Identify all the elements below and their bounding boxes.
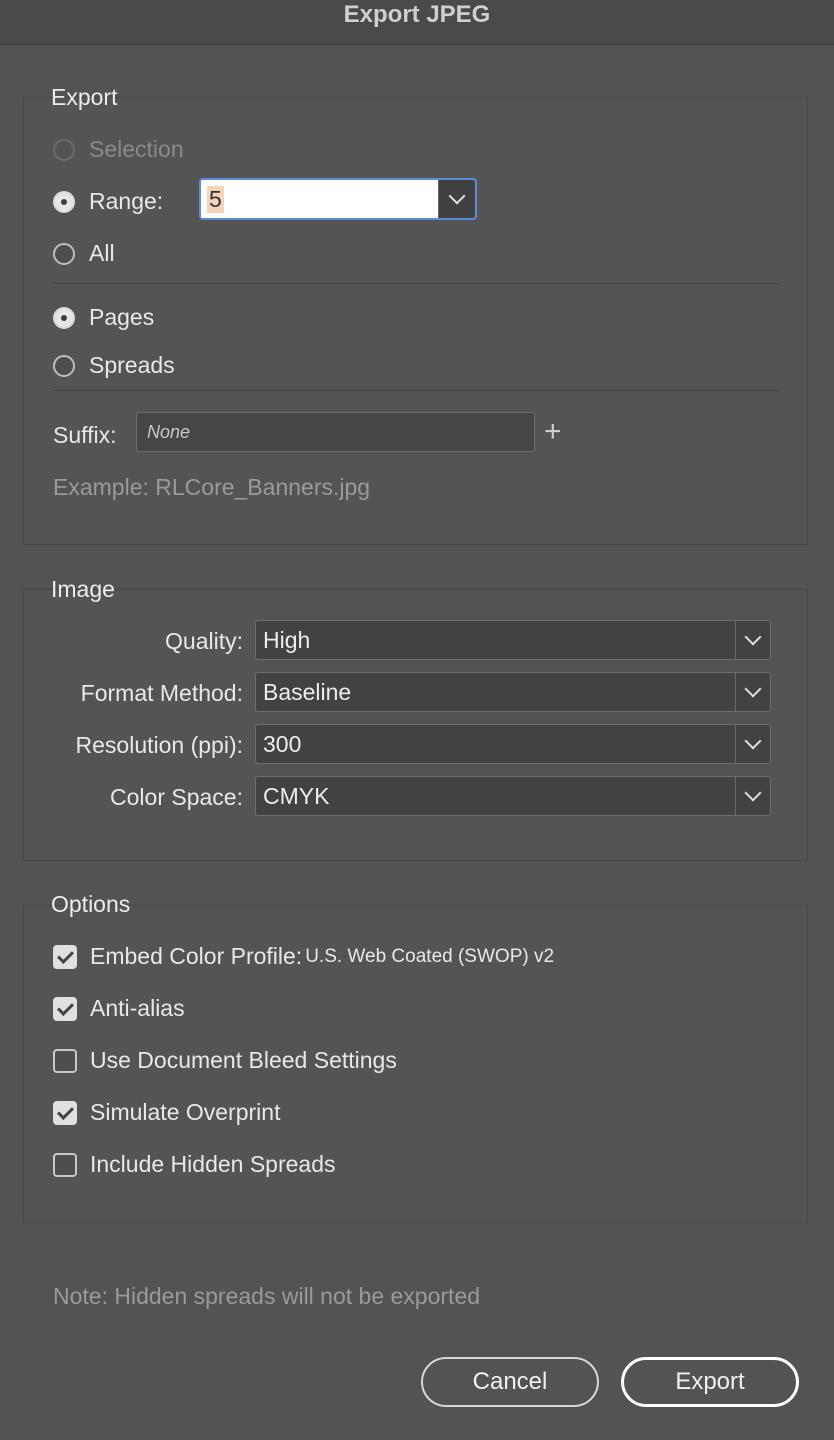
export-legend: Export xyxy=(51,84,118,110)
format-method-dropdown-button[interactable] xyxy=(735,673,770,711)
pages-radio-row[interactable]: Pages xyxy=(53,304,154,331)
quality-label: Quality: xyxy=(165,628,243,654)
hidden-spreads-row[interactable]: Include Hidden Spreads xyxy=(53,1151,336,1178)
embed-color-profile-row[interactable]: Embed Color Profile: U.S. Web Coated (SW… xyxy=(53,943,554,970)
dialog-title: Export JPEG xyxy=(343,1,491,28)
export-divider-2 xyxy=(53,390,780,391)
document-bleed-row[interactable]: Use Document Bleed Settings xyxy=(53,1047,397,1074)
resolution-dropdown-button[interactable] xyxy=(735,725,770,763)
all-radio-row[interactable]: All xyxy=(53,240,115,267)
hidden-spreads-checkbox[interactable] xyxy=(53,1152,77,1177)
color-space-value: CMYK xyxy=(263,782,330,809)
chevron-down-icon xyxy=(744,628,762,646)
add-suffix-plus-icon[interactable]: + xyxy=(544,417,562,447)
resolution-select[interactable]: 300 xyxy=(255,724,771,764)
title-bar: Export JPEG xyxy=(0,0,834,45)
quality-select[interactable]: High xyxy=(255,620,771,660)
format-method-label: Format Method: xyxy=(80,680,243,706)
range-combobox[interactable]: 5 xyxy=(199,178,477,220)
export-divider-1 xyxy=(53,283,780,284)
chevron-down-icon xyxy=(744,732,762,750)
all-radio[interactable] xyxy=(53,242,75,265)
options-legend: Options xyxy=(51,891,131,917)
range-radio-row[interactable]: Range: xyxy=(53,188,163,215)
anti-alias-checkbox[interactable] xyxy=(53,996,77,1021)
spreads-label: Spreads xyxy=(89,352,175,378)
resolution-value: 300 xyxy=(263,730,302,757)
range-value: 5 xyxy=(207,185,224,213)
format-method-select[interactable]: Baseline xyxy=(255,672,771,712)
quality-dropdown-button[interactable] xyxy=(735,621,770,659)
embed-color-profile-label: Embed Color Profile: xyxy=(90,943,303,969)
hidden-spreads-label: Include Hidden Spreads xyxy=(90,1151,336,1177)
chevron-down-icon xyxy=(744,680,762,698)
image-legend: Image xyxy=(51,576,115,602)
color-profile-value: U.S. Web Coated (SWOP) v2 xyxy=(305,945,555,967)
chevron-down-icon xyxy=(744,784,762,802)
range-input[interactable]: 5 xyxy=(201,180,438,218)
pages-label: Pages xyxy=(89,304,155,330)
hidden-spreads-note: Note: Hidden spreads will not be exporte… xyxy=(53,1283,481,1309)
color-space-select[interactable]: CMYK xyxy=(255,776,771,816)
simulate-overprint-checkbox[interactable] xyxy=(53,1100,77,1125)
export-button[interactable]: Export xyxy=(621,1357,799,1407)
anti-alias-label: Anti-alias xyxy=(90,995,185,1021)
quality-value: High xyxy=(263,626,311,653)
selection-radio-row[interactable]: Selection xyxy=(53,136,184,163)
document-bleed-checkbox[interactable] xyxy=(53,1048,77,1073)
color-space-dropdown-button[interactable] xyxy=(735,777,770,815)
range-dropdown-button[interactable] xyxy=(438,180,475,218)
chevron-down-icon xyxy=(448,187,466,205)
example-filename: Example: RLCore_Banners.jpg xyxy=(53,474,371,500)
simulate-overprint-row[interactable]: Simulate Overprint xyxy=(53,1099,280,1126)
resolution-label: Resolution (ppi): xyxy=(75,732,243,758)
color-space-label: Color Space: xyxy=(110,784,243,810)
spreads-radio[interactable] xyxy=(53,354,75,377)
embed-color-profile-checkbox[interactable] xyxy=(53,944,77,969)
document-bleed-label: Use Document Bleed Settings xyxy=(90,1047,397,1073)
selection-label: Selection xyxy=(89,136,184,162)
range-radio[interactable] xyxy=(53,190,75,213)
cancel-button[interactable]: Cancel xyxy=(421,1357,599,1407)
pages-radio[interactable] xyxy=(53,306,75,329)
suffix-input[interactable]: None xyxy=(136,412,535,452)
selection-radio[interactable] xyxy=(53,138,75,161)
suffix-label: Suffix: xyxy=(53,422,117,448)
all-label: All xyxy=(89,240,115,266)
suffix-placeholder: None xyxy=(147,421,191,442)
format-method-value: Baseline xyxy=(263,678,352,705)
simulate-overprint-label: Simulate Overprint xyxy=(90,1099,281,1125)
range-label: Range: xyxy=(89,188,164,214)
spreads-radio-row[interactable]: Spreads xyxy=(53,352,175,379)
anti-alias-row[interactable]: Anti-alias xyxy=(53,995,185,1022)
